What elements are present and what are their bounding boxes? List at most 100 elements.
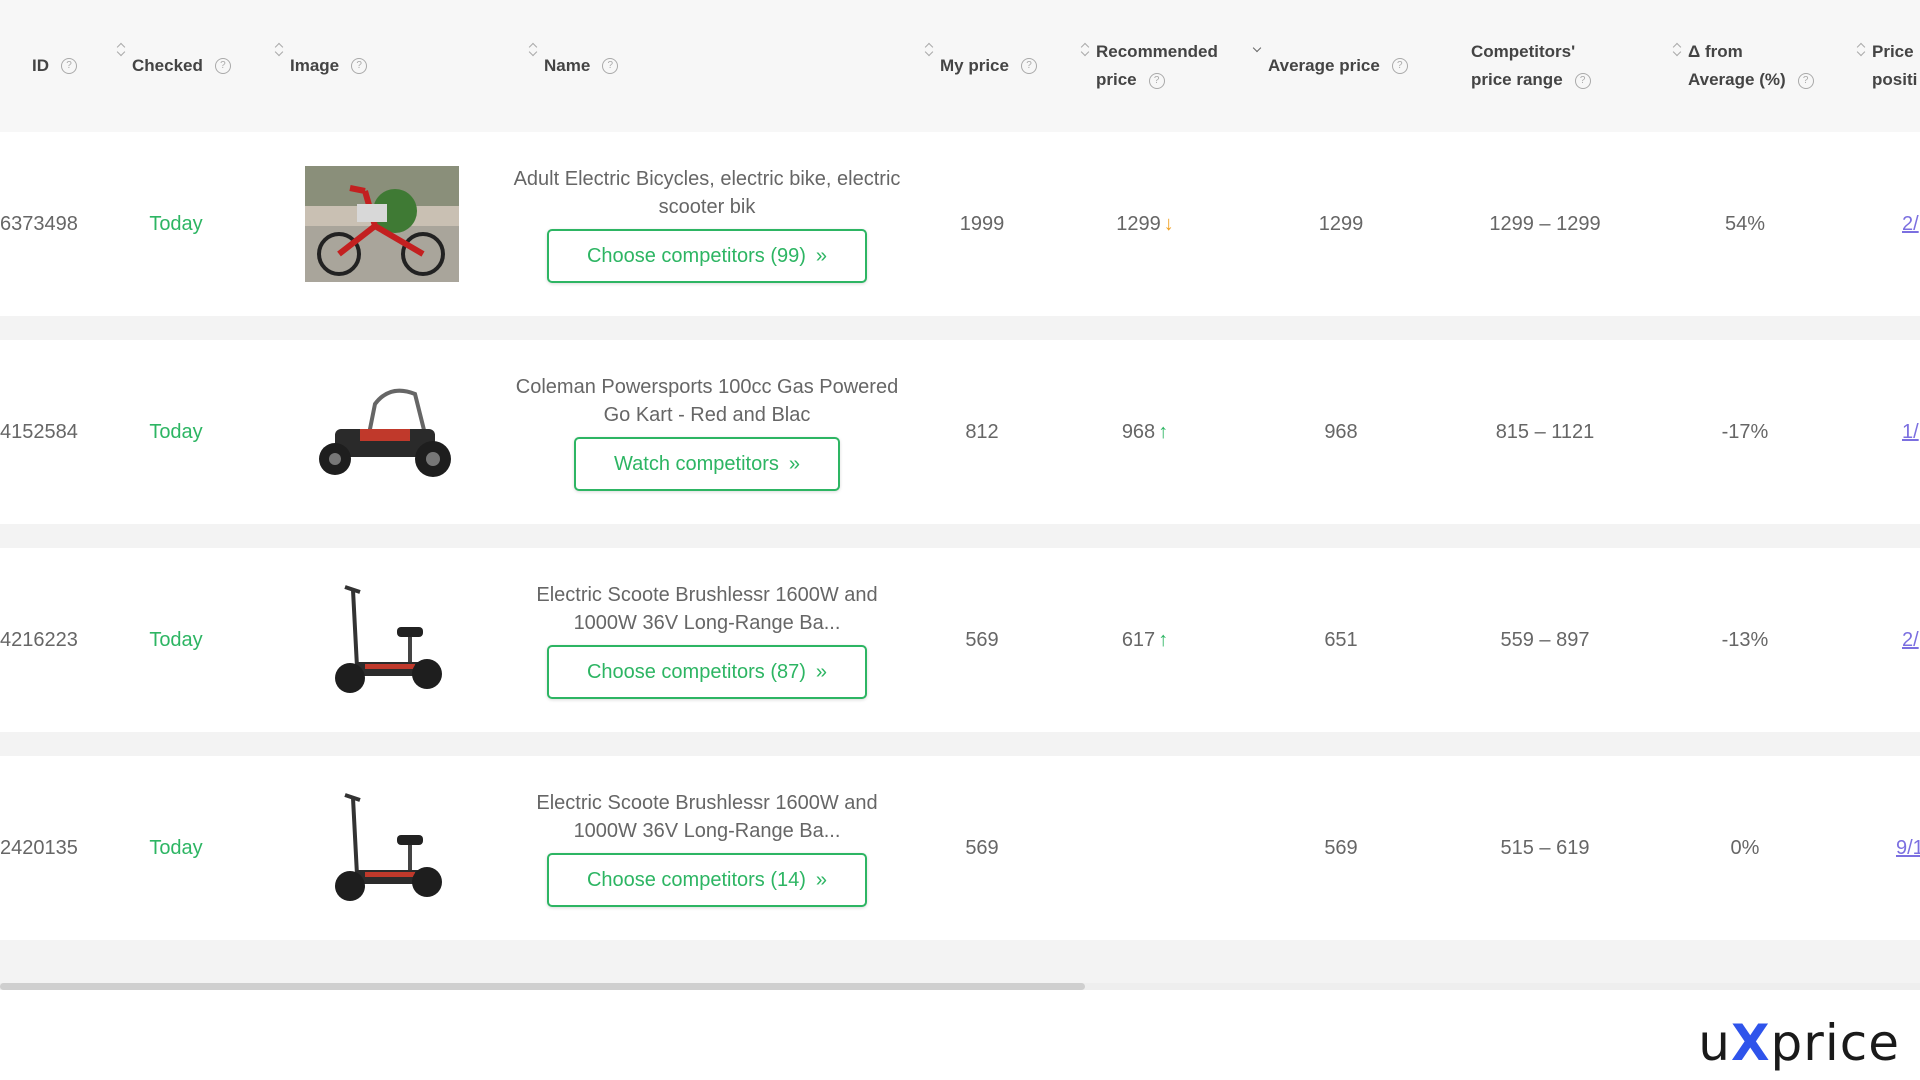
header-checked-label: Checked (132, 56, 203, 75)
product-name: Electric Scoote Brushlessr 1600W and 100… (536, 792, 878, 842)
header-position-label: Price positi (1872, 38, 1917, 94)
price-range: 559 – 897 (1500, 628, 1590, 651)
header-range-label: Competitors' price range? (1471, 38, 1591, 94)
header-delta-line1: Δ from (1688, 42, 1743, 61)
double-chevron-right-icon: » (788, 452, 800, 475)
sort-icon[interactable] (274, 42, 284, 56)
help-icon[interactable]: ? (61, 58, 77, 74)
horizontal-scrollbar[interactable] (0, 983, 1920, 990)
button-label: Choose competitors (87) (586, 660, 806, 683)
choose-competitors-button[interactable]: Choose competitors (87) » (546, 645, 868, 699)
header-recommended-price[interactable]: Recommended price? (1080, 0, 1218, 132)
sort-icon[interactable] (924, 42, 934, 56)
header-name[interactable]: Name ? (528, 0, 619, 132)
sort-icon[interactable] (1672, 42, 1682, 56)
arrow-up-icon: ↑ (1158, 628, 1169, 651)
delta-percent: 54% (1724, 212, 1766, 235)
product-name: Coleman Powersports 100cc Gas Powered Go… (515, 376, 899, 426)
help-icon[interactable]: ? (602, 58, 619, 74)
sort-desc-icon[interactable] (1252, 42, 1262, 56)
price-range: 1299 – 1299 (1489, 212, 1601, 235)
product-id: 6373498 (0, 212, 78, 235)
header-image-label: Image (290, 56, 340, 75)
product-name-cell: Coleman Powersports 100cc Gas Powered Go… (505, 340, 909, 524)
go-kart-image[interactable] (305, 374, 459, 490)
sort-icon[interactable] (116, 42, 126, 56)
header-position-line2: positi (1872, 70, 1918, 89)
logo-suffix: price (1770, 1014, 1900, 1072)
logo-x: X (1730, 1014, 1771, 1072)
double-chevron-right-icon: » (815, 244, 828, 267)
choose-competitors-button[interactable]: Choose competitors (14) » (546, 853, 868, 907)
my-price: 1999 (959, 212, 1005, 235)
header-id-label: ID (32, 56, 49, 75)
uxprice-logo: uXprice (1698, 1014, 1900, 1072)
price-range: 515 – 619 (1500, 836, 1590, 859)
product-id: 4216223 (0, 628, 78, 651)
help-icon[interactable]: ? (214, 58, 231, 74)
header-position-line1: Price (1872, 42, 1914, 61)
header-price-position[interactable]: Price positi (1856, 0, 1917, 132)
sort-icon[interactable] (1856, 42, 1866, 56)
table-header: ID ? Checked ? Image ? Name ? My price ?… (0, 0, 1920, 132)
table-row[interactable]: 4216223 Today Electric Scoote Brushlessr… (0, 548, 1920, 732)
products-table: ID ? Checked ? Image ? Name ? My price ?… (0, 0, 1920, 990)
table-row[interactable]: 6373498 Today Adult Electric Bicycles, e… (0, 132, 1920, 316)
price-position-link[interactable]: 9/1 (1896, 756, 1920, 940)
header-price-range[interactable]: Competitors' price range? (1471, 0, 1591, 132)
delta-percent: -13% (1721, 628, 1769, 651)
average-price: 968 (1324, 420, 1358, 443)
header-my-price[interactable]: My price ? (924, 0, 1037, 132)
header-delta-label: Δ from Average (%)? (1688, 38, 1814, 94)
checked-date: Today (149, 212, 203, 235)
price-range: 815 – 1121 (1495, 420, 1595, 443)
scooter-image[interactable] (305, 560, 459, 720)
price-position-link[interactable]: 2/ (1902, 548, 1920, 732)
table-row[interactable]: 4152584 Today Coleman Powersports 100cc … (0, 340, 1920, 524)
header-delta[interactable]: Δ from Average (%)? (1672, 0, 1814, 132)
sort-icon[interactable] (528, 42, 538, 56)
recommended-price (1090, 756, 1200, 940)
double-chevron-right-icon: » (815, 868, 828, 891)
watch-competitors-button[interactable]: Watch competitors » (574, 437, 840, 491)
average-price: 651 (1324, 628, 1358, 651)
bicycle-image[interactable] (305, 166, 459, 282)
header-recommended-line2: price (1096, 70, 1137, 89)
average-price: 1299 (1318, 212, 1364, 235)
header-average-price[interactable]: Average price ? (1252, 0, 1408, 132)
help-icon[interactable]: ? (1148, 72, 1165, 89)
average-price: 569 (1324, 836, 1358, 859)
header-id[interactable]: ID ? (32, 0, 77, 132)
scrollbar-thumb[interactable] (0, 983, 1085, 990)
product-name: Adult Electric Bicycles, electric bike, … (513, 168, 901, 218)
recommended-price: 1299 ↓ (1090, 132, 1200, 316)
button-label: Watch competitors (614, 452, 779, 475)
help-icon[interactable]: ? (1574, 72, 1591, 89)
table-row[interactable]: 2420135 Today Electric Scoote Brushlessr… (0, 756, 1920, 940)
recommended-price: 968 ↑ (1090, 340, 1200, 524)
button-label: Choose competitors (99) (586, 244, 806, 267)
header-image[interactable]: Image ? (274, 0, 368, 132)
price-position-link[interactable]: 2/ (1902, 132, 1920, 316)
scooter-image[interactable] (305, 768, 459, 928)
header-checked[interactable]: Checked ? (116, 0, 231, 132)
sort-icon[interactable] (1080, 42, 1090, 56)
price-position-link[interactable]: 1/ (1902, 340, 1920, 524)
header-name-label: Name (544, 56, 591, 75)
checked-date: Today (149, 628, 203, 651)
help-icon[interactable]: ? (1391, 58, 1408, 74)
product-name-cell: Electric Scoote Brushlessr 1600W and 100… (505, 548, 909, 732)
button-label: Choose competitors (14) (586, 868, 806, 891)
product-name-cell: Electric Scoote Brushlessr 1600W and 100… (505, 756, 909, 940)
product-name: Electric Scoote Brushlessr 1600W and 100… (536, 584, 878, 634)
help-icon[interactable]: ? (351, 58, 368, 74)
delta-percent: -17% (1721, 420, 1769, 443)
header-delta-line2: Average (%) (1688, 70, 1786, 89)
help-icon[interactable]: ? (1020, 58, 1037, 74)
choose-competitors-button[interactable]: Choose competitors (99) » (546, 229, 868, 283)
delta-percent: 0% (1730, 836, 1760, 859)
arrow-down-icon: ↓ (1163, 212, 1174, 235)
help-icon[interactable]: ? (1797, 72, 1814, 89)
product-name-cell: Adult Electric Bicycles, electric bike, … (505, 132, 909, 316)
double-chevron-right-icon: » (815, 660, 828, 683)
